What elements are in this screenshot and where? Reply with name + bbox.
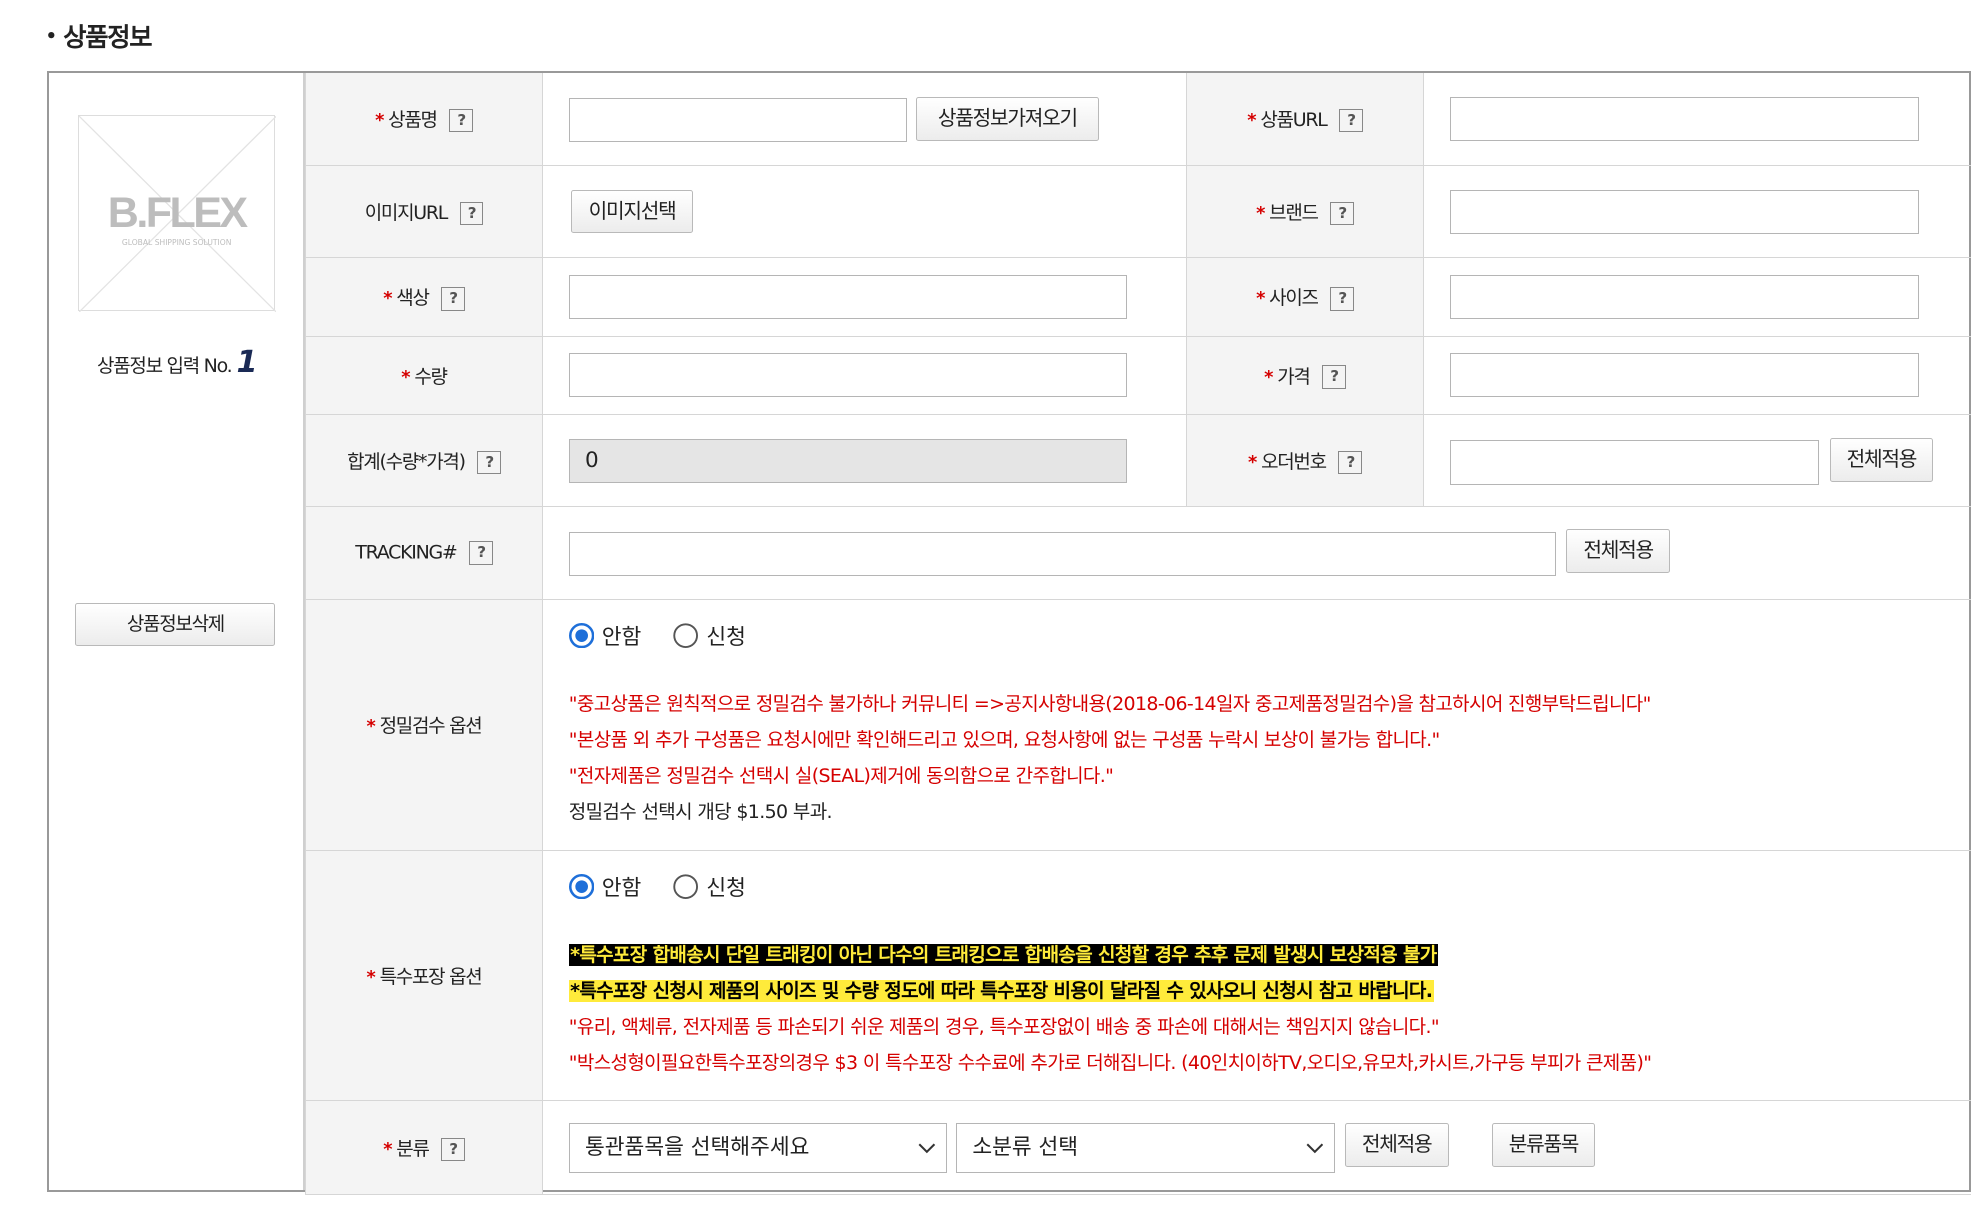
category-items-button[interactable]: 분류품목 xyxy=(1491,1122,1596,1167)
help-icon[interactable]: ? xyxy=(441,1137,465,1162)
category-apply-all-button[interactable]: 전체적용 xyxy=(1344,1122,1449,1167)
inspection-note: "본상품 외 추가 구성품은 요청시에만 확인해드리고 있으며, 요청사항에 없… xyxy=(568,729,1440,752)
packaging-radio-group: 안함 신청 xyxy=(568,871,771,902)
help-icon[interactable]: ? xyxy=(441,287,465,311)
brand-logo-subtitle: GLOBAL SHIPPING SOLUTION xyxy=(121,238,232,248)
order-number-input[interactable] xyxy=(1449,440,1820,485)
order-number-label: * 오더번호? xyxy=(1185,414,1425,508)
radio-selected-icon[interactable] xyxy=(568,622,595,649)
product-thumbnail: B.FLEX GLOBAL SHIPPING SOLUTION xyxy=(77,114,277,312)
help-icon[interactable]: ? xyxy=(1322,365,1346,389)
chevron-down-icon xyxy=(918,1143,936,1153)
brand-label: * 브랜드? xyxy=(1185,164,1425,259)
help-icon[interactable]: ? xyxy=(449,108,473,133)
brand-logo: B.FLEX xyxy=(107,189,248,238)
radio-selected-icon[interactable] xyxy=(568,873,595,899)
price-input[interactable] xyxy=(1449,353,1920,398)
inspection-notes: "중고상품은 원칙적으로 정밀검수 불가하나 커뮤니티 =>공지사항내용(201… xyxy=(568,686,1652,830)
radio-unselected-icon[interactable] xyxy=(673,623,699,648)
fetch-product-info-button[interactable]: 상품정보가져오기 xyxy=(915,96,1100,142)
delete-product-button[interactable]: 상품정보삭제 xyxy=(75,603,276,647)
inspection-option-none[interactable]: 안함 xyxy=(568,620,641,651)
product-form: B.FLEX GLOBAL SHIPPING SOLUTION 상품정보 입력 … xyxy=(46,70,1971,1195)
packaging-note: "유리, 액체류, 전자제품 등 파손되기 쉬운 제품의 경우, 특수포장없이 … xyxy=(568,1015,1440,1038)
quantity-input[interactable] xyxy=(568,353,1127,398)
tracking-apply-all-button[interactable]: 전체적용 xyxy=(1566,529,1671,574)
inspection-note: "전자제품은 정밀검수 선택시 실(SEAL)제거에 동의함으로 간주합니다." xyxy=(568,765,1114,788)
packaging-warning-black: *특수포장 합배송시 단일 트래킹이 아닌 다수의 트래킹으로 합배송을 신청할… xyxy=(568,943,1438,966)
product-summary-panel: B.FLEX GLOBAL SHIPPING SOLUTION 상품정보 입력 … xyxy=(49,72,305,1191)
packaging-notes: *특수포장 합배송시 단일 트래킹이 아닌 다수의 트래킹으로 합배송을 신청할… xyxy=(568,937,1652,1081)
total-label: 합계(수량*가격)? xyxy=(304,414,544,508)
product-name-label: * 상품명? xyxy=(304,72,544,166)
packaging-option-none[interactable]: 안함 xyxy=(568,871,641,902)
radio-unselected-icon[interactable] xyxy=(673,873,699,899)
chevron-down-icon xyxy=(1306,1143,1323,1153)
packaging-warning-yellow: *특수포장 신청시 제품의 사이즈 및 수량 정도에 따라 특수포장 비용이 달… xyxy=(568,979,1434,1002)
help-icon[interactable]: ? xyxy=(1330,287,1354,311)
entry-number: 1 xyxy=(236,345,257,381)
customs-category-select[interactable]: 통관품목을 선택해주세요 xyxy=(568,1122,948,1174)
order-number-apply-all-button[interactable]: 전체적용 xyxy=(1829,437,1934,483)
help-icon[interactable]: ? xyxy=(459,201,484,226)
entry-number-label: 상품정보 입력 No. 1 xyxy=(97,345,258,381)
inspection-note: "중고상품은 원칙적으로 정밀검수 불가하나 커뮤니티 =>공지사항내용(201… xyxy=(568,692,1652,715)
product-url-label: * 상품URL? xyxy=(1185,72,1425,166)
inspection-option-label: * 정밀검수 옵션 xyxy=(304,598,544,851)
packaging-option-label: * 특수포장 옵션 xyxy=(304,849,544,1102)
inspection-radio-group: 안함 신청 xyxy=(568,620,771,651)
quantity-label: * 수량 xyxy=(304,335,544,416)
price-label: * 가격? xyxy=(1185,335,1425,416)
section-title: • 상품정보 xyxy=(45,22,153,52)
select-image-button[interactable]: 이미지선택 xyxy=(571,189,693,233)
size-label: * 사이즈? xyxy=(1185,257,1425,337)
packaging-note: "박스성형이필요한특수포장의경우 $3 이 특수포장 수수료에 추가로 더해집니… xyxy=(568,1051,1652,1074)
tracking-input[interactable] xyxy=(568,531,1557,576)
product-fields-table: * 상품명? 상품정보가져오기 * 상품URL? 이미지URL? 이미지선택 * 브랜… xyxy=(304,72,1971,1195)
help-icon[interactable]: ? xyxy=(469,541,493,565)
packaging-option-apply[interactable]: 신청 xyxy=(673,871,746,902)
size-input[interactable] xyxy=(1449,274,1920,319)
product-name-input[interactable] xyxy=(568,98,907,143)
inspection-fee-note: 정밀검수 선택시 개당 $1.50 부과. xyxy=(568,801,833,824)
product-url-input[interactable] xyxy=(1449,96,1920,142)
brand-input[interactable] xyxy=(1449,189,1920,235)
help-icon[interactable]: ? xyxy=(1338,450,1362,475)
inspection-option-apply[interactable]: 신청 xyxy=(673,620,746,651)
category-label: * 분류? xyxy=(304,1100,544,1195)
color-input[interactable] xyxy=(568,274,1127,319)
image-url-label: 이미지URL? xyxy=(304,164,544,259)
color-label: * 색상? xyxy=(304,257,544,337)
subcategory-select[interactable]: 소분류 선택 xyxy=(956,1122,1335,1174)
help-icon[interactable]: ? xyxy=(1339,108,1363,133)
help-icon[interactable]: ? xyxy=(1330,201,1354,226)
total-output: 0 xyxy=(568,439,1127,484)
help-icon[interactable]: ? xyxy=(477,450,501,475)
tracking-label: TRACKING#? xyxy=(304,506,544,600)
